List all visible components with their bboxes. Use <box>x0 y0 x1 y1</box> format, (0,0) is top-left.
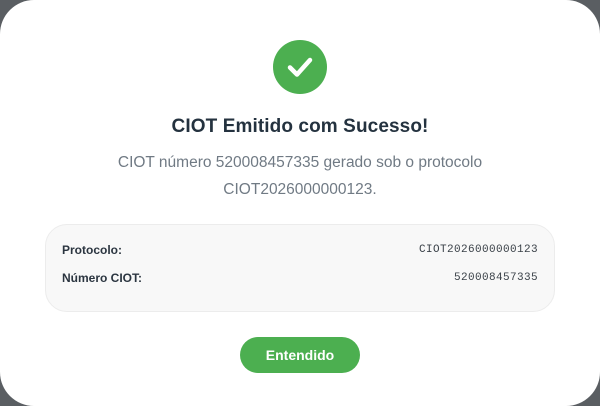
dialog-title: CIOT Emitido com Sucesso! <box>171 116 429 137</box>
protocol-label: Protocolo: <box>62 243 122 257</box>
confirm-button[interactable]: Entendido <box>240 337 360 373</box>
details-card: Protocolo: CIOT2026000000123 Número CIOT… <box>45 224 555 312</box>
check-circle-icon <box>273 40 327 94</box>
ciot-number-label: Número CIOT: <box>62 271 143 285</box>
dialog-message: CIOT número 520008457335 gerado sob o pr… <box>117 154 483 198</box>
protocol-value: CIOT2026000000123 <box>418 244 538 256</box>
checkmark-icon <box>287 57 313 77</box>
success-dialog: CIOT Emitido com Sucesso! CIOT número 52… <box>0 0 600 406</box>
detail-row-protocol: Protocolo: CIOT2026000000123 <box>62 241 538 259</box>
detail-row-ciot-number: Número CIOT: 520008457335 <box>62 269 538 287</box>
ciot-number-value: 520008457335 <box>453 272 538 284</box>
